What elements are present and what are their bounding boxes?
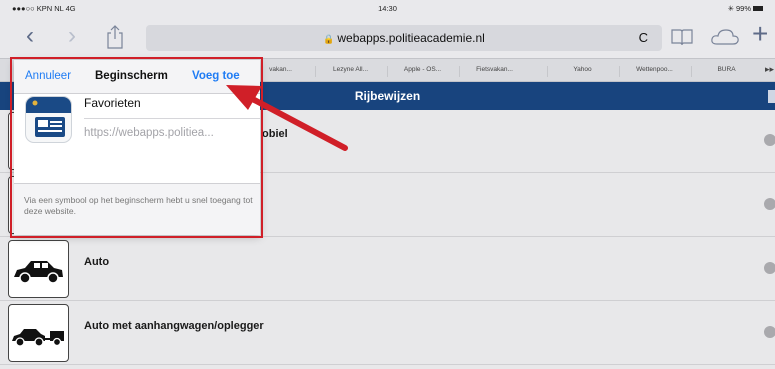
annotation-arrow-icon (226, 85, 348, 151)
